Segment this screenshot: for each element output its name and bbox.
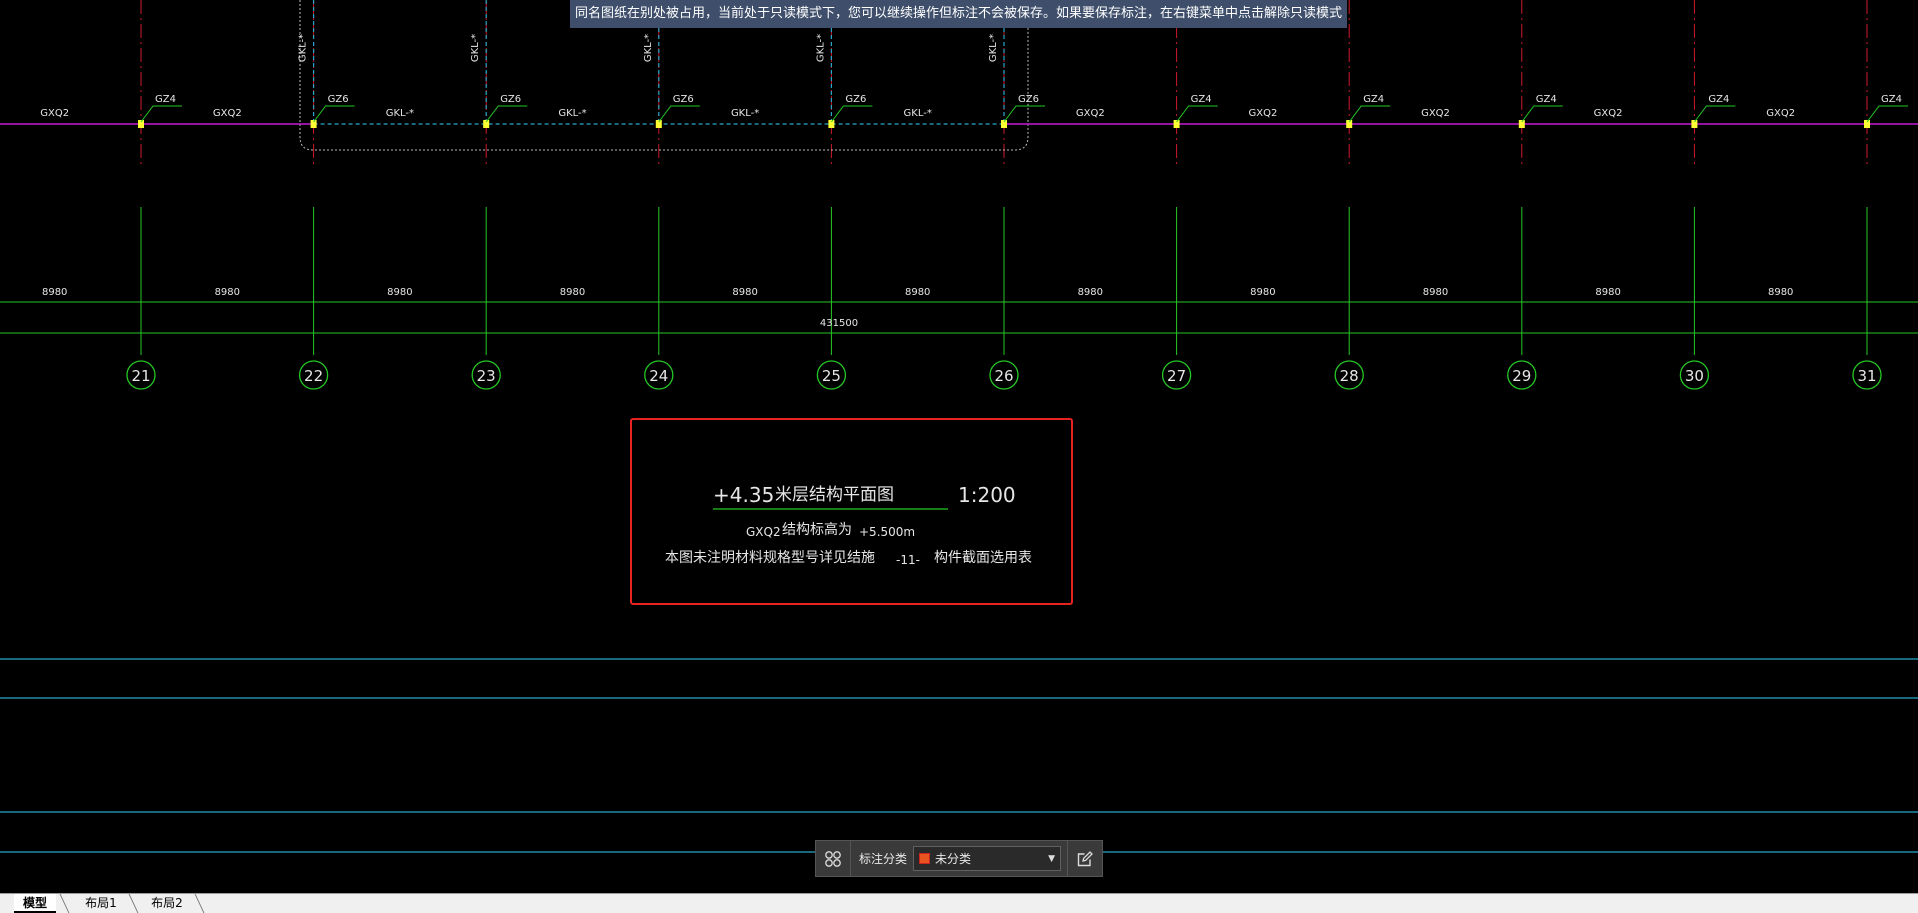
column-leader [831,105,873,123]
beam-label: GXQ2 [1248,108,1277,119]
axis-number: 27 [1167,367,1186,385]
layout-tab-bar: 模型 布局1 布局2 [0,893,1918,913]
column-leader [1348,105,1391,123]
column-leader [485,105,528,123]
column-label: GZ6 [500,94,521,105]
annotation-category-value: 未分类 [935,852,972,866]
column-leader [140,105,182,123]
column-label: GZ4 [1708,94,1729,105]
column-leader [1003,105,1045,123]
column-label: GZ4 [1191,94,1212,105]
axis-number: 24 [649,367,668,385]
title-elevation: +4.35 [713,483,774,507]
column-label: GZ6 [845,94,866,105]
beam-label: GXQ2 [1421,108,1450,119]
axis-number: 28 [1340,367,1359,385]
axis-number: 22 [304,367,323,385]
axis-number: 23 [477,367,496,385]
span-dimension: 8980 [42,287,67,298]
vertical-beam-label: GKL-* [988,34,999,62]
beam-label: GXQ2 [1076,108,1105,119]
span-dimension: 8980 [1768,287,1793,298]
vertical-beam-label: GKL-* [643,34,654,62]
span-dimension: 8980 [732,287,757,298]
note-text: 构件截面选用表 [934,550,1032,566]
tab-model[interactable]: 模型 [14,894,56,913]
column-label: GZ4 [1363,94,1384,105]
beam-label: GXQ2 [213,108,242,119]
drawing-scale: 1:200 [958,483,1016,507]
annotation-category-select[interactable]: 未分类 ▼ [913,846,1062,871]
beam-label: GXQ2 [40,108,69,119]
axis-number: 30 [1685,367,1704,385]
note-text: 结构标高为 [782,521,852,538]
axis-number: 29 [1512,367,1531,385]
span-dimension: 8980 [1423,287,1448,298]
axis-number: 31 [1857,367,1876,385]
drawing-canvas[interactable]: GZ4 GZ6 GZ6 GZ6 GZ6 GZ6 GZ4 GZ4 GZ4 GZ4 GZ4 GXQ2 GXQ… [0,0,1918,893]
edit-icon[interactable] [1067,841,1102,876]
column-label: GZ6 [328,94,349,105]
annotation-category-label: 标注分类 [859,852,908,866]
tab-layout2[interactable]: 布局2 [138,894,196,913]
beam-label: GXQ2 [1766,108,1795,119]
span-dimension: 8980 [1595,287,1620,298]
span-dimension: 8980 [1078,287,1103,298]
axis-number: 26 [994,367,1013,385]
column-label: GZ4 [155,94,176,105]
column-leader [1866,105,1908,123]
column-leader [313,105,355,123]
column-leader [1176,105,1218,123]
vertical-beam-label: GKL-* [470,34,481,62]
span-dimension: 8980 [905,287,930,298]
span-dimension: 8980 [560,287,585,298]
note-text: 本图未注明材料规格型号详见结施 [665,550,875,566]
span-dimension: 8980 [215,287,240,298]
note-value: +5.500m [859,525,915,539]
axis-number: 25 [822,367,841,385]
beam-label: GXQ2 [1594,108,1623,119]
vertical-beam-label: GKL-* [815,34,826,62]
column-leader [1521,105,1563,123]
beam-label: GKL-* [386,108,414,119]
beam-label: GKL-* [731,108,759,119]
chevron-down-icon: ▼ [1048,853,1056,864]
span-dimension: 8980 [387,287,412,298]
beam-label: GKL-* [904,108,932,119]
note-reference: -11- [896,553,920,567]
tab-layout1[interactable]: 布局1 [72,894,130,913]
vertical-beam-label: GKL-* [298,34,309,62]
column-leader [1694,105,1736,123]
column-label: GZ6 [1018,94,1039,105]
column-leader [658,105,700,123]
axis-number: 21 [131,367,150,385]
grid-icon[interactable] [816,841,851,876]
total-dimension: 431500 [820,318,858,329]
annotation-toolbar: 标注分类 未分类 ▼ [815,840,1103,877]
column-label: GZ4 [1881,94,1902,105]
column-label: GZ6 [673,94,694,105]
note-label: GXQ2 [746,525,781,539]
beam-label: GKL-* [558,108,586,119]
drawing-title: 米层结构平面图 [775,485,894,505]
read-only-notice: 同名图纸在别处被占用，当前处于只读模式下，您可以继续操作但标注不会被保存。如果要… [570,0,1347,28]
span-dimension: 8980 [1250,287,1275,298]
category-color-swatch [919,853,931,864]
column-label: GZ4 [1536,94,1557,105]
highlight-box [630,418,1073,605]
